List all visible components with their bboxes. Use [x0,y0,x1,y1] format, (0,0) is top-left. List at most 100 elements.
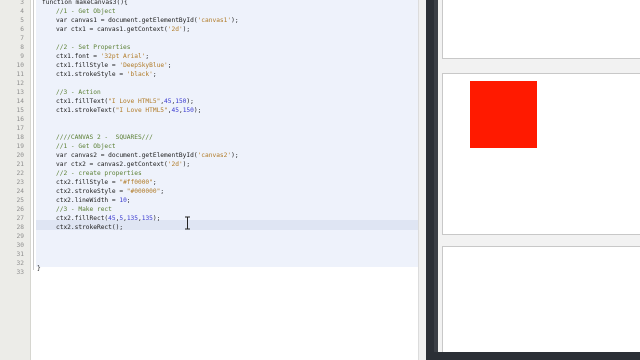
code-token: var canvas1 = document.getElementById( [56,17,198,24]
line-number: 25 [16,197,24,204]
code-token: 135 [126,215,138,222]
code-token: 45 [164,98,172,105]
code-token: "I Love HTML5" [108,98,161,105]
code-token: ////CANVAS 2 - SQUARES/// [56,134,153,141]
line-number: 5 [20,17,24,24]
code-token: ); [182,26,191,33]
code-line[interactable]: //3 - Make rect [56,205,112,214]
code-token: ctx2.strokeStyle = [56,188,127,195]
code-token: //1 - Get Object [56,143,116,150]
code-token: 45 [171,107,179,114]
closing-brace: } [37,265,41,272]
preview-page [438,0,640,354]
code-token: ctx1.strokeStyle = [56,71,127,78]
code-token: ; [167,62,172,69]
code-token: '2d' [167,26,183,33]
code-line[interactable]: ctx2.strokeStyle = "#000000"; [56,187,164,196]
code-token: ; [160,188,165,195]
code-line[interactable]: ctx1.strokeStyle = 'black'; [56,70,157,79]
code-token: ; [152,179,157,186]
line-number: 4 [20,8,24,15]
browser-preview [434,0,640,360]
line-number: 18 [16,134,24,141]
code-token: ; [145,53,150,60]
code-line[interactable]: ctx1.fillStyle = 'DeepSkyBlue'; [56,61,172,70]
line-number: 15 [16,107,24,114]
code-fold-guide [33,0,34,270]
line-number: 11 [16,71,24,78]
code-token: ); [193,107,202,114]
line-number: 23 [16,179,24,186]
code-token: 45 [108,215,116,222]
line-number: 3 [20,0,24,6]
line-number: 16 [16,116,24,123]
code-token: ); [231,152,239,159]
line-number: 13 [16,89,24,96]
code-token: "#ff0000" [119,179,153,186]
code-line[interactable]: //3 - Action [56,88,101,97]
code-token: "I Love HTML5" [115,107,168,114]
code-token: var ctx1 = canvas1.getContext( [56,26,168,33]
code-token: 10 [119,197,127,204]
line-number: 32 [16,260,24,267]
code-token: "#000000" [126,188,161,195]
code-token: ; [126,197,131,204]
preview-bottom-bar [434,352,640,360]
code-token: '32pt Arial' [100,53,146,60]
code-token: 150 [175,98,187,105]
line-number: 6 [20,26,24,33]
line-number: 28 [16,224,24,231]
text-cursor-icon [185,216,190,230]
code-token: '2d' [167,161,183,168]
code-line[interactable]: ctx1.strokeText("I Love HTML5",45,150); [56,106,201,115]
code-line[interactable]: //1 - Get Object [56,142,116,151]
code-line[interactable]: var canvas1 = document.getElementById('c… [56,16,239,25]
code-line[interactable]: ////CANVAS 2 - SQUARES/// [56,133,153,142]
code-token: 'canvas1' [197,17,232,24]
code-token: 'canvas2' [197,152,232,159]
code-line[interactable]: ctx1.fillText("I Love HTML5",45,150); [56,97,194,106]
line-number: 31 [16,251,24,258]
line-number: 12 [16,80,24,87]
line-number: 7 [20,35,24,42]
code-line[interactable]: var ctx1 = canvas1.getContext('2d'); [56,25,190,34]
code-line[interactable]: //1 - Get Object [56,7,116,16]
canvas-1 [442,0,640,59]
code-token: 150 [182,107,194,114]
line-number: 24 [16,188,24,195]
code-token: //2 - create properties [56,170,142,177]
code-token: ); [152,215,161,222]
code-token: //1 - Get Object [56,8,116,15]
code-line[interactable]: var ctx2 = canvas2.getContext('2d'); [56,160,190,169]
code-line[interactable]: //2 - Set Properties [56,43,131,52]
line-number: 17 [16,125,24,132]
window-divider [426,0,434,360]
code-line[interactable]: var canvas2 = document.getElementById('c… [56,151,239,160]
canvas-2 [442,73,640,235]
code-token: ); [186,98,194,105]
code-token: 135 [141,215,153,222]
red-square [470,81,537,148]
code-line[interactable]: function makeCanvas3(){ [42,0,128,7]
editor-scrollbar[interactable] [418,0,426,360]
line-number: 33 [16,269,24,276]
code-token: ctx1.fillStyle = [56,62,120,69]
code-token: ; [152,71,157,78]
code-line[interactable]: ctx2.lineWidth = 10; [56,196,131,205]
line-number: 30 [16,242,24,249]
code-line[interactable]: //2 - create properties [56,169,142,178]
code-line[interactable]: ctx1.font = '32pt Arial'; [56,52,149,61]
line-number: 19 [16,143,24,150]
code-line[interactable]: ctx2.fillStyle = "#ff0000"; [56,178,157,187]
code-token: ctx2.fillRect( [56,215,109,222]
code-token: 'DeepSkyBlue' [119,62,168,69]
code-token: ); [182,161,191,168]
code-token: function makeCanvas3(){ [42,0,128,6]
code-editor[interactable]: 3 function makeCanvas3(){ 4 //1 - Get Objec… [0,0,426,360]
code-token: ctx2.strokeRect(); [56,224,124,231]
code-line[interactable]: ctx2.strokeRect(); [56,223,123,232]
line-number: 10 [16,62,24,69]
code-token: ctx1.strokeText( [56,107,116,114]
code-line[interactable]: ctx2.fillRect(45,5,135,135); [56,214,160,223]
line-number: 26 [16,206,24,213]
